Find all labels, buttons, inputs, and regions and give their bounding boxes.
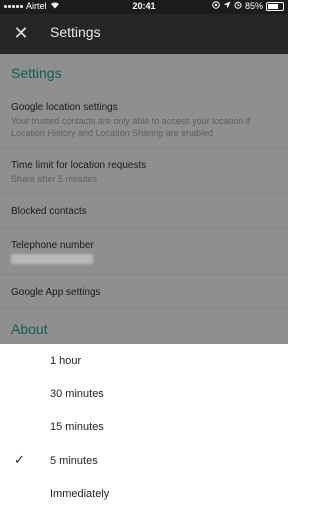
option-label: 15 minutes xyxy=(50,421,104,433)
option-1-hour[interactable]: 1 hour xyxy=(0,345,288,378)
status-bar: Airtel 20:41 85% xyxy=(0,0,288,14)
divider xyxy=(0,193,288,194)
time-limit-title: Time limit for location requests xyxy=(11,160,147,171)
app-bar: ✕ Settings xyxy=(0,14,288,54)
location-arrow-icon xyxy=(223,1,231,11)
alarm-icon xyxy=(234,1,242,11)
google-location-title: Google location settings xyxy=(11,102,118,113)
location-lock-icon xyxy=(212,1,220,11)
option-immediately[interactable]: Immediately xyxy=(0,478,288,511)
blocked-contacts-title: Blocked contacts xyxy=(11,206,87,217)
divider xyxy=(0,148,288,149)
settings-list: Settings Google location settings Your t… xyxy=(0,54,288,344)
option-5-minutes[interactable]: ✓ 5 minutes xyxy=(0,445,288,478)
telephone-number-title: Telephone number xyxy=(11,240,94,251)
option-30-minutes[interactable]: 30 minutes xyxy=(0,378,288,411)
google-app-settings-title: Google App settings xyxy=(11,287,101,298)
time-limit-sheet: 1 hour 30 minutes 15 minutes ✓ 5 minutes… xyxy=(0,344,288,512)
divider xyxy=(0,227,288,228)
option-label: 1 hour xyxy=(50,355,82,367)
about-section-header: About xyxy=(11,321,48,337)
status-right: 85% xyxy=(212,1,284,11)
battery-percent: 85% xyxy=(244,1,263,11)
google-location-subtitle: Your trusted contacts are only able to a… xyxy=(11,116,251,138)
option-label: Immediately xyxy=(50,488,110,500)
check-icon: ✓ xyxy=(14,452,25,467)
close-icon[interactable]: ✕ xyxy=(12,24,30,42)
option-label: 30 minutes xyxy=(50,388,104,400)
divider xyxy=(0,274,288,275)
option-label: 5 minutes xyxy=(50,455,98,467)
divider xyxy=(0,308,288,309)
option-15-minutes[interactable]: 15 minutes xyxy=(0,411,288,444)
page-title: Settings xyxy=(50,24,101,40)
time-limit-subtitle: Share after 5 minutes xyxy=(11,174,98,184)
battery-icon xyxy=(266,1,284,11)
settings-section-header: Settings xyxy=(11,65,62,81)
telephone-number-redacted xyxy=(11,254,93,264)
